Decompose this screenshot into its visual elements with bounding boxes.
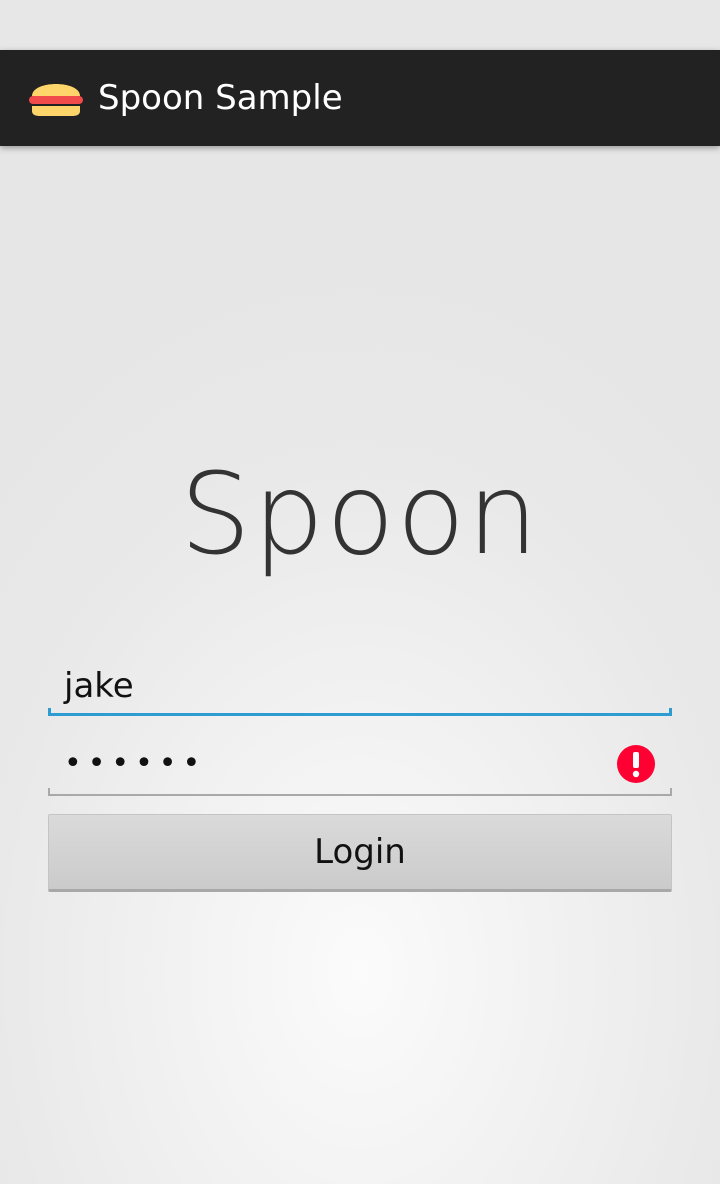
action-bar: Spoon Sample — [0, 50, 720, 146]
login-button[interactable]: Login — [48, 814, 672, 892]
username-field[interactable]: jake — [48, 660, 672, 716]
password-underline — [48, 794, 672, 796]
burger-icon — [29, 84, 83, 116]
status-bar — [0, 0, 720, 50]
username-value: jake — [64, 666, 134, 706]
error-alert-icon — [617, 745, 655, 783]
username-underline — [48, 713, 672, 716]
password-value: •••••• — [64, 746, 207, 781]
hero-title: Spoon — [179, 450, 541, 580]
password-field[interactable]: •••••• — [48, 740, 672, 796]
app-title: Spoon Sample — [98, 78, 343, 118]
